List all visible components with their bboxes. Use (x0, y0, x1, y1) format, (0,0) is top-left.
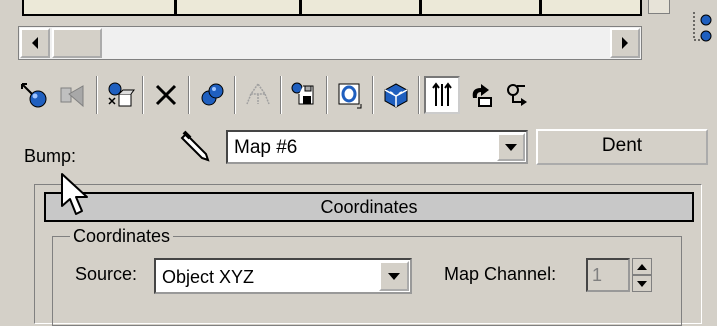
arrow-up-icon (637, 263, 647, 270)
scroll-left-button[interactable] (20, 28, 50, 58)
scroll-right-button[interactable] (610, 28, 640, 58)
show-end-result-button[interactable] (424, 76, 460, 114)
delete-icon (155, 84, 177, 106)
make-unique-button[interactable] (194, 76, 230, 114)
bump-label: Bump: (24, 146, 77, 166)
timeline-tick (174, 0, 177, 14)
arrow-left-icon (32, 37, 38, 49)
source-dropdown-value: Object XYZ (162, 267, 255, 287)
get-material-button[interactable] (16, 76, 52, 114)
horizontal-scrollbar[interactable] (18, 26, 642, 60)
material-id-channel-button[interactable] (332, 76, 368, 114)
corner-button[interactable] (648, 0, 670, 14)
delete-button[interactable] (148, 76, 184, 114)
show-end-result-icon (432, 82, 452, 106)
arrow-down-icon (637, 280, 647, 287)
make-unique-icon (201, 83, 224, 106)
put-to-scene-button[interactable] (54, 76, 90, 114)
timeline-tick (299, 0, 302, 14)
source-label: Source: (75, 264, 138, 284)
put-to-library-icon (291, 82, 314, 105)
pick-material-icon (246, 82, 270, 105)
mouse-cursor-icon (61, 173, 88, 215)
go-forward-button[interactable] (500, 76, 536, 114)
get-material-icon (21, 83, 47, 108)
node-link-icon (693, 12, 712, 42)
timeline-strip (22, 0, 642, 16)
map-channel-spinner[interactable] (632, 258, 652, 292)
put-to-scene-icon (60, 85, 84, 108)
map-dropdown-value: Map #6 (234, 137, 298, 158)
map-type-button[interactable]: Dent (536, 129, 708, 165)
go-forward-icon (507, 84, 527, 106)
chevron-down-icon (505, 143, 517, 151)
source-dropdown[interactable]: Object XYZ (154, 258, 412, 294)
eyedropper-icon[interactable] (180, 130, 214, 164)
go-to-parent-icon (472, 84, 492, 107)
spinner-down-button[interactable] (632, 275, 652, 292)
show-map-icon (384, 83, 408, 108)
go-to-parent-button[interactable] (464, 76, 500, 114)
coordinates-group-title: Coordinates (70, 226, 174, 247)
show-map-button[interactable] (378, 76, 414, 114)
map-dropdown-button[interactable] (497, 133, 525, 161)
put-to-library-button[interactable] (286, 76, 322, 114)
material-editor-toolbar (16, 72, 716, 120)
arrow-right-icon (622, 37, 628, 49)
assign-material-icon (108, 82, 135, 107)
material-id-channel-icon (338, 83, 362, 109)
pick-material-button[interactable] (240, 76, 276, 114)
chevron-down-icon (388, 272, 400, 280)
timeline-tick (539, 0, 542, 14)
scroll-thumb[interactable] (52, 28, 102, 58)
spinner-up-button[interactable] (632, 258, 652, 275)
source-dropdown-button[interactable] (379, 261, 409, 291)
map-channel-label: Map Channel: (444, 264, 557, 284)
timeline-tick (419, 0, 422, 14)
map-dropdown[interactable]: Map #6 (226, 130, 528, 164)
assign-material-button[interactable] (102, 76, 138, 114)
map-channel-field[interactable]: 1 (586, 258, 630, 292)
coordinates-rollout-header[interactable]: Coordinates (44, 192, 694, 222)
